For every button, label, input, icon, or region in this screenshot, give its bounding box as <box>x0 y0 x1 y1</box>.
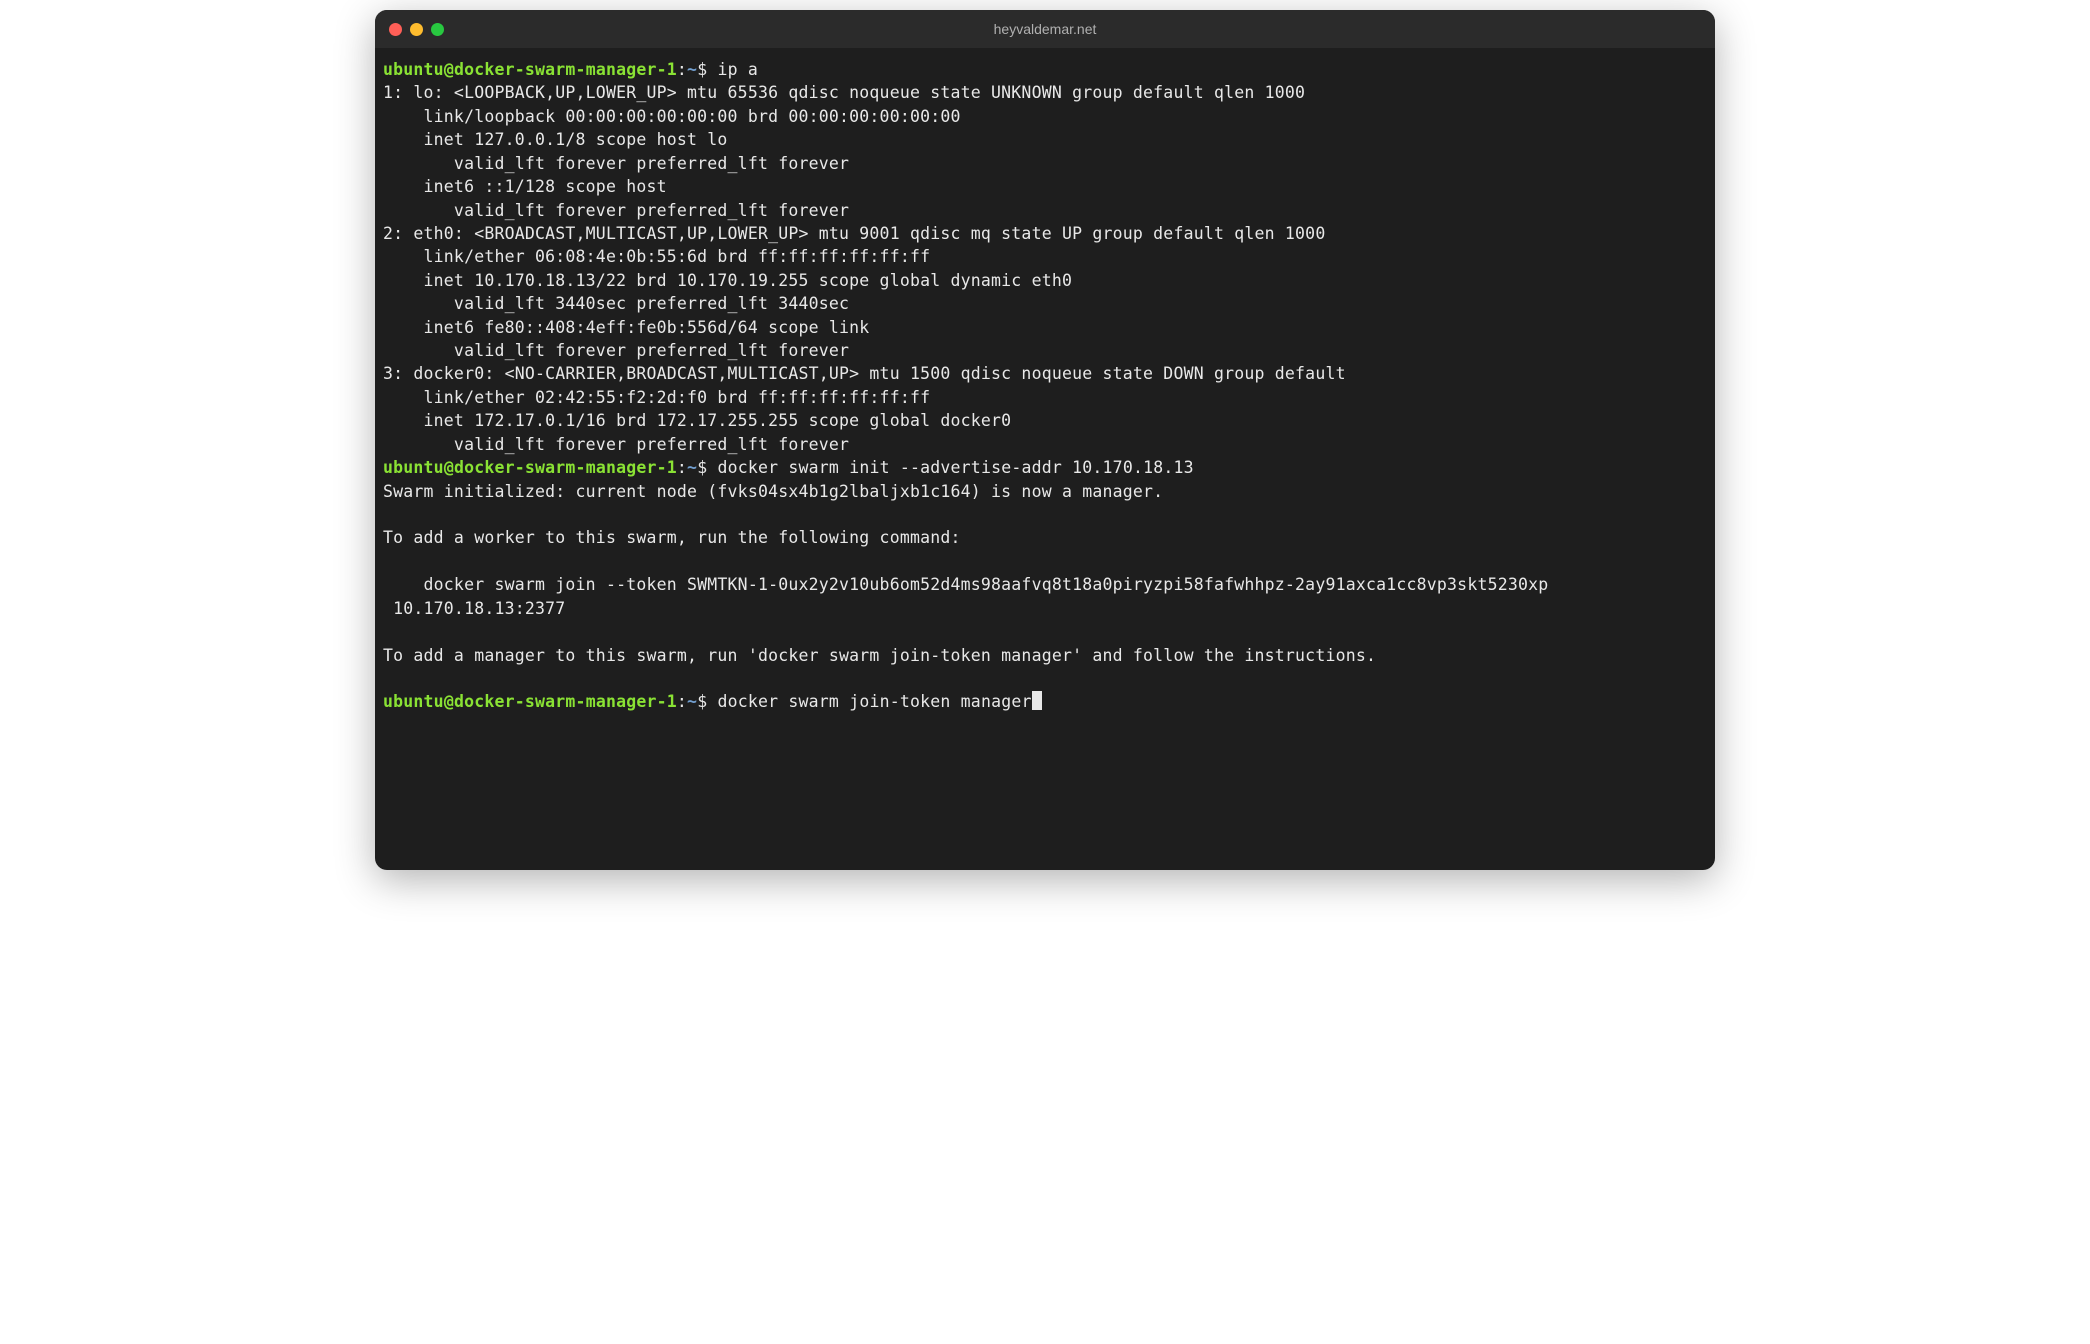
command-1: ip a <box>707 60 758 79</box>
output-line: valid_lft forever preferred_lft forever <box>383 154 849 173</box>
output-line: inet6 fe80::408:4eff:fe0b:556d/64 scope … <box>383 318 880 337</box>
prompt-symbol: $ <box>697 458 707 477</box>
output-line: valid_lft 3440sec preferred_lft 3440sec <box>383 294 849 313</box>
titlebar: heyvaldemar.net <box>375 10 1715 48</box>
cursor-icon <box>1032 691 1042 710</box>
prompt-host: docker-swarm-manager-1 <box>454 458 677 477</box>
output-line: 1: lo: <LOOPBACK,UP,LOWER_UP> mtu 65536 … <box>383 83 1305 102</box>
output-line: inet 172.17.0.1/16 brd 172.17.255.255 sc… <box>383 411 1011 430</box>
prompt-path: ~ <box>687 458 697 477</box>
prompt-at: @ <box>444 60 454 79</box>
window-title: heyvaldemar.net <box>994 21 1097 37</box>
prompt-symbol: $ <box>697 60 707 79</box>
prompt-colon: : <box>677 692 687 711</box>
prompt-user: ubuntu <box>383 692 444 711</box>
prompt-user: ubuntu <box>383 458 444 477</box>
output-line: To add a manager to this swarm, run 'doc… <box>383 646 1376 665</box>
maximize-icon[interactable] <box>431 23 444 36</box>
prompt-colon: : <box>677 458 687 477</box>
prompt-path: ~ <box>687 692 697 711</box>
terminal-body[interactable]: ubuntu@docker-swarm-manager-1:~$ ip a 1:… <box>375 48 1715 870</box>
prompt-path: ~ <box>687 60 697 79</box>
output-line: link/ether 02:42:55:f2:2d:f0 brd ff:ff:f… <box>383 388 930 407</box>
output-line: 10.170.18.13:2377 <box>383 599 565 618</box>
prompt-user: ubuntu <box>383 60 444 79</box>
prompt-host: docker-swarm-manager-1 <box>454 692 677 711</box>
prompt-at: @ <box>444 692 454 711</box>
output-line: 2: eth0: <BROADCAST,MULTICAST,UP,LOWER_U… <box>383 224 1325 243</box>
terminal-window: heyvaldemar.net ubuntu@docker-swarm-mana… <box>375 10 1715 870</box>
output-line: link/ether 06:08:4e:0b:55:6d brd ff:ff:f… <box>383 247 930 266</box>
prompt-at: @ <box>444 458 454 477</box>
prompt-symbol: $ <box>697 692 707 711</box>
output-line: inet 10.170.18.13/22 brd 10.170.19.255 s… <box>383 271 1072 290</box>
close-icon[interactable] <box>389 23 402 36</box>
output-line: 3: docker0: <NO-CARRIER,BROADCAST,MULTIC… <box>383 364 1356 383</box>
output-line: valid_lft forever preferred_lft forever <box>383 341 849 360</box>
output-line: Swarm initialized: current node (fvks04s… <box>383 482 1163 501</box>
output-line: To add a worker to this swarm, run the f… <box>383 528 961 547</box>
prompt-colon: : <box>677 60 687 79</box>
output-line: inet 127.0.0.1/8 scope host lo <box>383 130 728 149</box>
command-3: docker swarm join-token manager <box>707 692 1031 711</box>
output-line: valid_lft forever preferred_lft forever <box>383 201 849 220</box>
command-2: docker swarm init --advertise-addr 10.17… <box>707 458 1193 477</box>
output-line: link/loopback 00:00:00:00:00:00 brd 00:0… <box>383 107 961 126</box>
output-line: valid_lft forever preferred_lft forever <box>383 435 849 454</box>
minimize-icon[interactable] <box>410 23 423 36</box>
output-line: inet6 ::1/128 scope host <box>383 177 677 196</box>
prompt-host: docker-swarm-manager-1 <box>454 60 677 79</box>
traffic-lights <box>389 23 444 36</box>
output-line: docker swarm join --token SWMTKN-1-0ux2y… <box>383 575 1548 594</box>
